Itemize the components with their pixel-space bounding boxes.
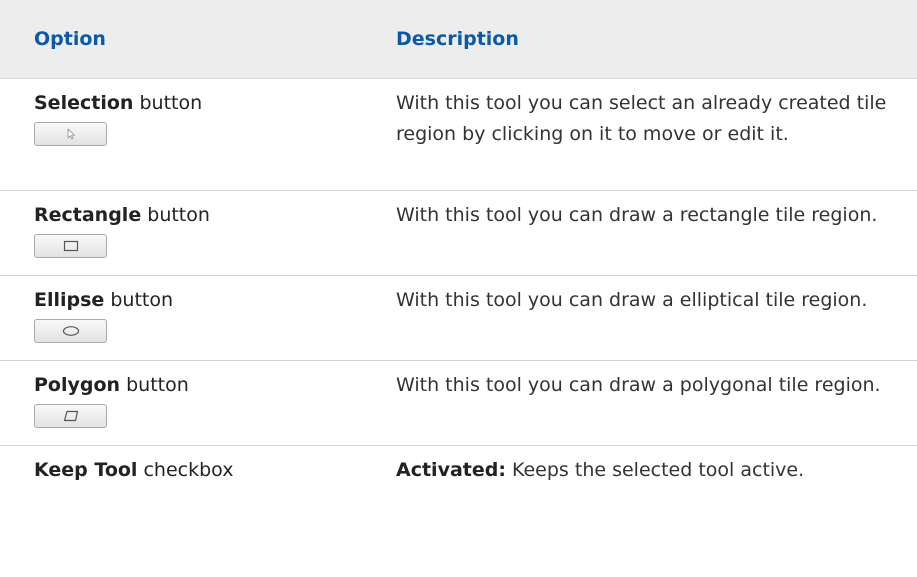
- option-cell: Rectangle button: [0, 191, 363, 275]
- ellipse-button[interactable]: [34, 319, 107, 343]
- option-type: button: [104, 289, 174, 311]
- header-description: Description: [396, 28, 519, 50]
- polygon-icon: [63, 410, 78, 422]
- polygon-button[interactable]: [34, 404, 107, 428]
- option-name: Selection button: [34, 92, 202, 114]
- options-table: Option Description Selection button With…: [0, 0, 917, 521]
- option-cell: Polygon button: [0, 361, 363, 445]
- table-row-polygon: Polygon button With this tool you can dr…: [0, 361, 917, 446]
- option-name: Ellipse button: [34, 289, 173, 311]
- pointer-arrow-icon: [67, 128, 75, 140]
- description-cell: Activated: Keeps the selected tool activ…: [363, 446, 917, 521]
- option-type: button: [133, 92, 203, 114]
- option-name-strong: Selection: [34, 92, 134, 114]
- description-cell: With this tool you can select an already…: [396, 92, 887, 145]
- option-name-strong: Keep Tool: [34, 459, 138, 481]
- ellipse-icon: [62, 326, 79, 336]
- rectangle-icon: [63, 240, 78, 252]
- option-cell: Keep Tool checkbox: [0, 446, 363, 521]
- table-row-rectangle: Rectangle button With this tool you can …: [0, 191, 917, 276]
- header-option: Option: [34, 28, 106, 50]
- option-cell: Ellipse button: [0, 276, 363, 360]
- option-type: button: [141, 204, 210, 226]
- option-name: Polygon button: [34, 374, 189, 396]
- description-text: Keeps the selected tool active.: [505, 459, 805, 481]
- selection-button[interactable]: [34, 122, 107, 146]
- description-label: Activated:: [396, 459, 506, 481]
- option-name-strong: Ellipse: [34, 289, 105, 311]
- table-row-selection: Selection button With this tool you can …: [0, 79, 917, 191]
- table-row-keep-tool: Keep Tool checkbox Activated: Keeps the …: [0, 446, 917, 521]
- option-name-strong: Polygon: [34, 374, 121, 396]
- description-cell: With this tool you can draw a elliptical…: [396, 289, 868, 311]
- option-type: checkbox: [137, 459, 234, 481]
- description-cell: With this tool you can draw a polygonal …: [396, 374, 881, 396]
- option-name-strong: Rectangle: [34, 204, 142, 226]
- description-cell: With this tool you can draw a rectangle …: [396, 204, 878, 226]
- table-header: Option Description: [0, 0, 917, 79]
- option-name: Keep Tool checkbox: [34, 459, 233, 481]
- option-name: Rectangle button: [34, 204, 210, 226]
- rectangle-button[interactable]: [34, 234, 107, 258]
- option-type: button: [120, 374, 189, 396]
- option-cell: Selection button: [0, 79, 363, 190]
- table-row-ellipse: Ellipse button With this tool you can dr…: [0, 276, 917, 361]
